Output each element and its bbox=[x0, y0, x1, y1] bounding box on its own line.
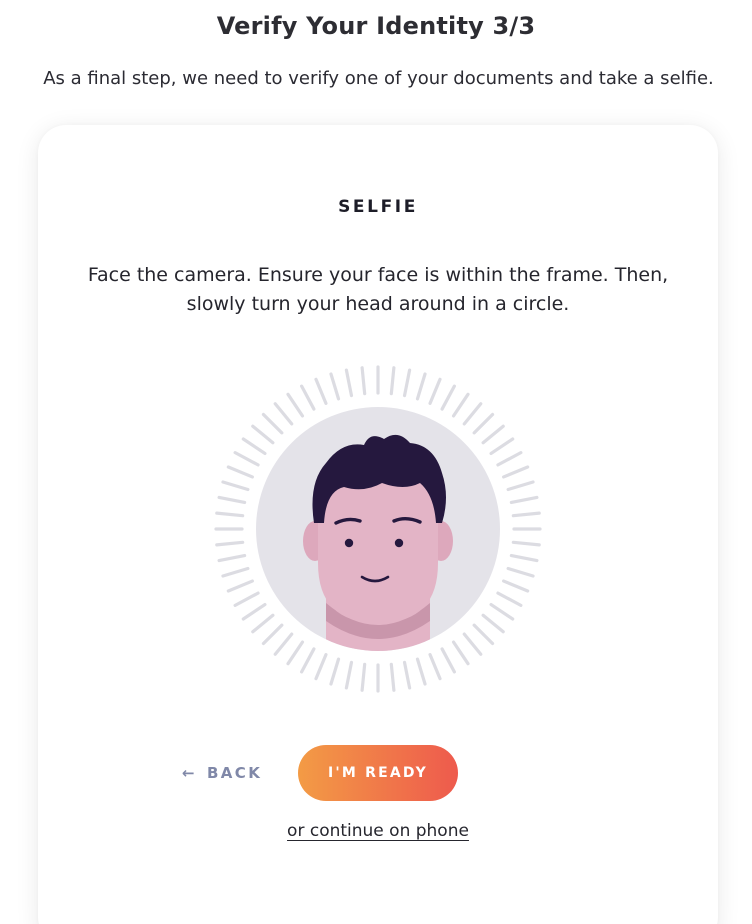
scan-ring-tick bbox=[489, 602, 515, 621]
scan-ring-tick bbox=[506, 480, 535, 492]
action-row: ← BACK I'M READY bbox=[38, 745, 718, 801]
scan-ring-tick bbox=[428, 653, 442, 681]
section-heading: SELFIE bbox=[338, 197, 418, 217]
scan-ring-tick bbox=[509, 495, 539, 505]
scan-ring-tick bbox=[261, 623, 284, 646]
back-button-label: BACK bbox=[206, 764, 263, 782]
ready-button[interactable]: I'M READY bbox=[298, 745, 458, 801]
scan-ring-tick bbox=[389, 366, 396, 396]
scan-ring-tick bbox=[428, 377, 442, 405]
scan-ring-tick bbox=[489, 437, 515, 456]
selfie-card: SELFIE Face the camera. Ensure your face… bbox=[38, 125, 718, 924]
left-eye bbox=[344, 538, 354, 548]
scan-ring-tick bbox=[415, 657, 427, 686]
verify-identity-page: Verify Your Identity 3/3 As a final step… bbox=[0, 0, 752, 924]
scan-ring-tick bbox=[511, 540, 541, 547]
page-title: Verify Your Identity 3/3 bbox=[216, 12, 536, 40]
continue-on-phone-link[interactable]: or continue on phone bbox=[287, 821, 469, 841]
scan-ring-tick bbox=[221, 566, 250, 578]
scan-ring-tick bbox=[506, 566, 535, 578]
scan-ring-tick bbox=[314, 377, 328, 405]
scan-ring-tick bbox=[462, 402, 483, 426]
scan-ring-tick bbox=[273, 402, 294, 426]
scan-ring-tick bbox=[215, 540, 245, 547]
scan-ring-tick bbox=[241, 602, 267, 621]
scan-ring-tick bbox=[440, 384, 456, 411]
scan-ring-tick bbox=[344, 368, 354, 398]
arrow-left-icon: ← bbox=[182, 763, 197, 782]
continue-on-phone-link-row: or continue on phone bbox=[38, 821, 718, 841]
scan-ring-tick bbox=[215, 511, 245, 518]
scan-ring-tick bbox=[300, 647, 316, 674]
scan-ring-tick bbox=[329, 657, 341, 686]
scan-ring-tick bbox=[251, 424, 275, 445]
scan-ring-tick bbox=[472, 623, 495, 646]
scan-ring-tick bbox=[496, 451, 523, 467]
scan-ring-tick bbox=[261, 412, 284, 435]
scan-ring-tick bbox=[511, 511, 541, 518]
scan-ring-tick bbox=[502, 465, 530, 479]
scan-ring-tick bbox=[241, 437, 267, 456]
scan-ring-tick bbox=[360, 366, 367, 396]
right-eye bbox=[394, 538, 404, 548]
scan-ring-tick bbox=[233, 591, 260, 607]
scan-ring-tick bbox=[251, 613, 275, 634]
scan-ring-tick bbox=[217, 553, 247, 563]
scan-ring-tick bbox=[226, 579, 254, 593]
page-subtitle: As a final step, we need to verify one o… bbox=[43, 68, 714, 89]
scan-ring-tick bbox=[286, 392, 305, 418]
scan-ring-tick bbox=[440, 647, 456, 674]
scan-ring-tick bbox=[286, 640, 305, 666]
scan-ring-tick bbox=[481, 613, 505, 634]
scan-ring-tick bbox=[502, 579, 530, 593]
selfie-instructions: Face the camera. Ensure your face is wit… bbox=[87, 264, 669, 315]
scan-ring-tick bbox=[360, 662, 367, 692]
scan-ring-tick bbox=[300, 384, 316, 411]
scan-ring-tick bbox=[509, 553, 539, 563]
scan-ring-tick bbox=[415, 372, 427, 401]
scan-ring-tick bbox=[273, 632, 294, 656]
scan-ring-tick bbox=[329, 372, 341, 401]
scan-ring-tick bbox=[462, 632, 483, 656]
scan-ring-tick bbox=[226, 465, 254, 479]
scan-ring-tick bbox=[496, 591, 523, 607]
scan-ring-tick bbox=[402, 368, 412, 398]
scan-ring-tick bbox=[217, 495, 247, 505]
scan-ring-tick bbox=[451, 392, 470, 418]
scan-ring-tick bbox=[221, 480, 250, 492]
scan-ring-tick bbox=[451, 640, 470, 666]
scan-ring-tick bbox=[314, 653, 328, 681]
scan-ring-tick bbox=[389, 662, 396, 692]
face-frame bbox=[214, 365, 542, 693]
back-button[interactable]: ← BACK bbox=[182, 763, 262, 783]
scan-ring-tick bbox=[344, 660, 354, 690]
scan-ring-tick bbox=[233, 451, 260, 467]
scan-ring-tick bbox=[481, 424, 505, 445]
person-face-icon bbox=[214, 365, 542, 693]
scan-ring-tick bbox=[472, 412, 495, 435]
scan-ring-tick bbox=[402, 660, 412, 690]
